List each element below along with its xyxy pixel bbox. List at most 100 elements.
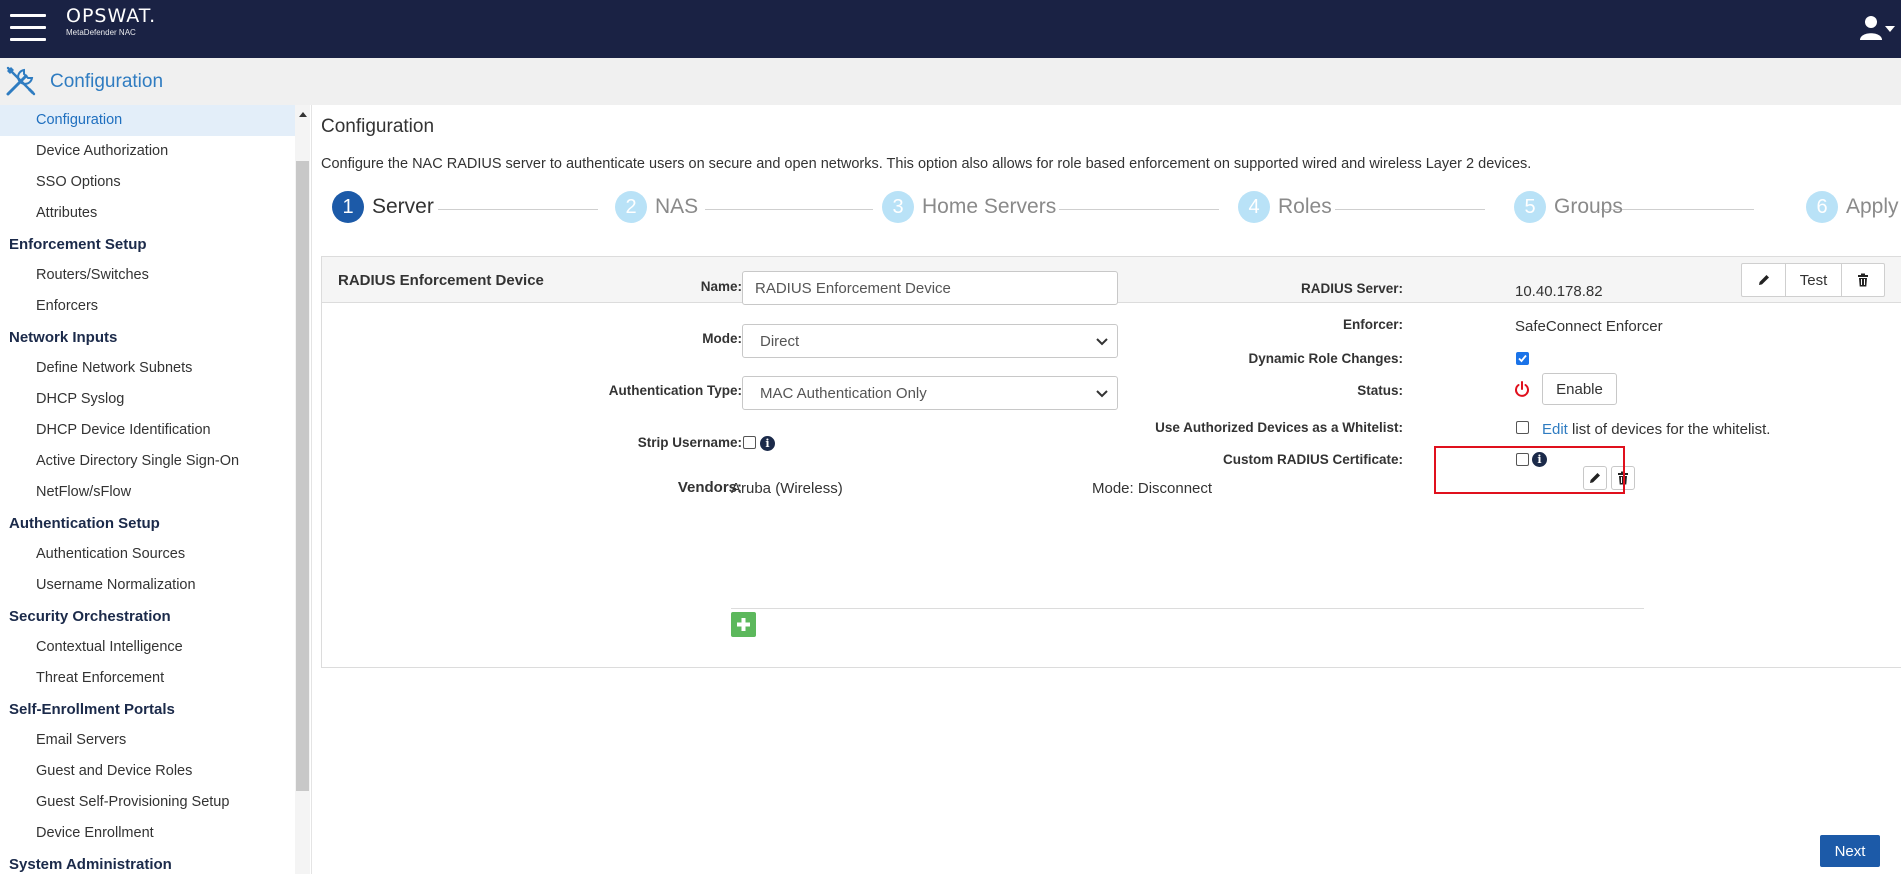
enable-button[interactable]: Enable	[1542, 373, 1617, 405]
sidebar-section-enforcement-setup: Enforcement Setup	[9, 236, 147, 253]
radius-server-value: 10.40.178.82	[1515, 283, 1603, 300]
sidebar-item-netflow-sflow[interactable]: NetFlow/sFlow	[0, 477, 295, 508]
wizard-step-server[interactable]: 1 Server	[332, 190, 434, 224]
page-title: Configuration	[321, 116, 435, 137]
user-icon	[1860, 16, 1895, 40]
auth-type-selected-value: MAC Authentication Only	[760, 385, 927, 402]
sidebar-section-security-orchestration: Security Orchestration	[9, 608, 171, 625]
scroll-up-icon[interactable]	[295, 105, 310, 127]
sidebar-item-active-directory-single-sign-on[interactable]: Active Directory Single Sign-On	[0, 446, 295, 477]
radius-device-panel: RADIUS Enforcement Device Test	[321, 256, 1901, 668]
delete-button[interactable]	[1842, 264, 1884, 296]
enforcer-value: SafeConnect Enforcer	[1515, 318, 1663, 335]
auth-type-label: Authentication Type:	[608, 383, 742, 398]
caret-down-icon	[1885, 26, 1895, 32]
whitelist-description: list of devices for the whitelist.	[1572, 421, 1771, 438]
sidebar-item-enforcers[interactable]: Enforcers	[0, 291, 295, 322]
sidebar-item-threat-enforcement[interactable]: Threat Enforcement	[0, 663, 295, 694]
whitelist-edit-link[interactable]: Edit	[1542, 421, 1568, 438]
hamburger-menu-icon[interactable]	[10, 14, 46, 42]
whitelist-label: Use Authorized Devices as a Whitelist:	[1155, 420, 1403, 435]
dynamic-role-checkbox[interactable]	[1516, 352, 1529, 365]
sidebar: Configuration Device Authorization SSO Opt…	[0, 105, 312, 874]
sidebar-item-define-network-subnets[interactable]: Define Network Subnets	[0, 353, 295, 384]
section-title: Configuration	[50, 71, 164, 92]
add-vendor-button[interactable]	[731, 612, 756, 637]
sidebar-item-attributes[interactable]: Attributes	[0, 198, 295, 229]
next-button[interactable]: Next	[1820, 835, 1880, 867]
step-label: NAS	[655, 195, 699, 218]
panel-actions: Test	[1741, 263, 1885, 297]
vendor-name: Aruba (Wireless)	[731, 480, 843, 497]
sidebar-item-authentication-sources[interactable]: Authentication Sources	[0, 539, 295, 570]
mode-select[interactable]: Direct	[742, 324, 1118, 358]
auth-type-select[interactable]: MAC Authentication Only	[742, 376, 1118, 410]
step-label: Roles	[1278, 195, 1332, 218]
sidebar-item-guest-and-device-roles[interactable]: Guest and Device Roles	[0, 756, 295, 787]
step-connector	[705, 209, 873, 210]
top-header: OPSWAT. MetaDefender NAC	[0, 0, 1901, 58]
wizard-step-apply[interactable]: 6 Apply	[1806, 190, 1899, 224]
chevron-down-icon	[1096, 390, 1108, 398]
step-connector	[1059, 209, 1219, 210]
user-menu[interactable]	[1859, 14, 1897, 42]
sidebar-scrollbar[interactable]	[295, 105, 310, 874]
panel-title: RADIUS Enforcement Device	[338, 272, 544, 289]
chevron-down-icon	[1096, 338, 1108, 346]
sidebar-item-configuration[interactable]: Configuration	[0, 105, 295, 136]
sidebar-nav: Configuration Device Authorization SSO Opt…	[0, 105, 295, 874]
mode-label: Mode:	[702, 331, 742, 346]
sidebar-item-email-servers[interactable]: Email Servers	[0, 725, 295, 756]
step-label: Home Servers	[922, 195, 1057, 218]
mode-selected-value: Direct	[760, 333, 800, 350]
sidebar-item-dhcp-device-identification[interactable]: DHCP Device Identification	[0, 415, 295, 446]
vendor-mode: Mode: Disconnect	[1092, 480, 1213, 497]
step-connector	[1335, 209, 1485, 210]
info-icon[interactable]: i	[760, 436, 775, 451]
sidebar-item-routers-switches[interactable]: Routers/Switches	[0, 260, 295, 291]
sidebar-item-username-normalization[interactable]: Username Normalization	[0, 570, 295, 601]
step-label: Server	[372, 195, 434, 218]
sidebar-item-device-enrollment[interactable]: Device Enrollment	[0, 818, 295, 849]
pencil-icon	[1758, 275, 1769, 285]
sidebar-item-dhcp-syslog[interactable]: DHCP Syslog	[0, 384, 295, 415]
whitelist-checkbox[interactable]	[1516, 421, 1529, 434]
name-input[interactable]	[742, 271, 1118, 305]
radius-server-label: RADIUS Server:	[1300, 281, 1403, 296]
wizard-step-roles[interactable]: 4 Roles	[1238, 190, 1332, 224]
wizard-step-groups[interactable]: 5 Groups	[1514, 190, 1623, 224]
step-number: 3	[882, 191, 914, 223]
step-number: 2	[615, 191, 647, 223]
strip-username-checkbox[interactable]	[743, 436, 756, 449]
main-content: Configuration Configure the NAC RADIUS s…	[312, 105, 1901, 874]
step-label: Apply	[1846, 195, 1899, 218]
sidebar-item-sso-options[interactable]: SSO Options	[0, 167, 295, 198]
plus-icon	[737, 618, 750, 631]
sidebar-item-contextual-intelligence[interactable]: Contextual Intelligence	[0, 632, 295, 663]
sidebar-item-device-authorization[interactable]: Device Authorization	[0, 136, 295, 167]
scroll-thumb[interactable]	[296, 161, 309, 791]
logo: OPSWAT. MetaDefender NAC	[66, 5, 156, 37]
sidebar-section-self-enrollment-portals: Self-Enrollment Portals	[9, 701, 175, 718]
step-label: Groups	[1554, 195, 1623, 218]
step-number: 1	[332, 191, 364, 223]
test-button[interactable]: Test	[1786, 264, 1842, 296]
checkmark-icon	[1518, 354, 1527, 363]
edit-button[interactable]	[1742, 264, 1786, 296]
sidebar-item-guest-self-provisioning-setup[interactable]: Guest Self-Provisioning Setup	[0, 787, 295, 818]
page-description: Configure the NAC RADIUS server to authe…	[321, 156, 1532, 172]
custom-cert-label: Custom RADIUS Certificate:	[1222, 452, 1403, 467]
sidebar-section-system-administration: System Administration	[9, 856, 172, 873]
wizard-step-nas[interactable]: 2 NAS	[615, 190, 698, 224]
sidebar-section-network-inputs: Network Inputs	[9, 329, 118, 346]
step-number: 4	[1238, 191, 1270, 223]
strip-username-label: Strip Username:	[637, 435, 742, 450]
vendors-label: Vendors:	[677, 479, 742, 496]
vendor-divider	[731, 608, 1644, 609]
wizard-step-home-servers[interactable]: 3 Home Servers	[882, 190, 1056, 224]
whitelist-text: Edit list of devices for the whitelist.	[1542, 421, 1770, 438]
brand-name: OPSWAT.	[66, 5, 157, 27]
subheader: Configuration	[0, 58, 1901, 105]
sidebar-section-authentication-setup: Authentication Setup	[9, 515, 160, 532]
enforcer-label: Enforcer:	[1342, 317, 1403, 332]
